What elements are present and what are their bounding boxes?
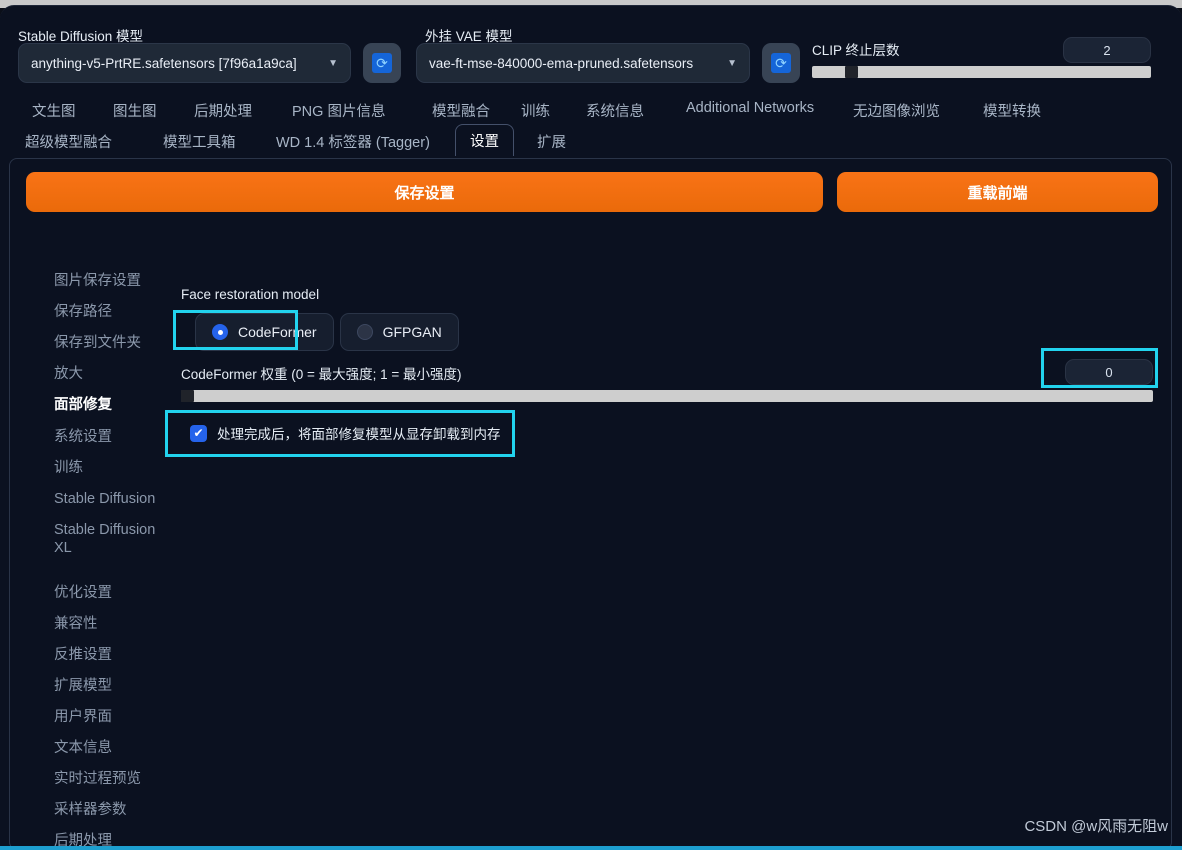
sidebar-item-face-restoration[interactable]: 面部修复 bbox=[54, 396, 112, 414]
sidebar-item-user-interface[interactable]: 用户界面 bbox=[54, 708, 112, 726]
tab-wd14-tagger[interactable]: WD 1.4 标签器 (Tagger) bbox=[268, 127, 438, 156]
tab-train[interactable]: 训练 bbox=[513, 96, 558, 125]
refresh-vae-model-button[interactable]: ⟳ bbox=[762, 43, 800, 83]
sidebar-item-upscaling[interactable]: 放大 bbox=[54, 365, 83, 383]
sd-model-value: anything-v5-PrtRE.safetensors [7f96a1a9c… bbox=[31, 55, 297, 71]
tab-supermerger[interactable]: 超级模型融合 bbox=[17, 127, 120, 156]
sd-model-label: Stable Diffusion 模型 bbox=[18, 29, 144, 44]
tab-img2img[interactable]: 图生图 bbox=[105, 96, 165, 125]
codeformer-weight-value-box[interactable]: 0 bbox=[1065, 359, 1153, 385]
clip-skip-slider-handle[interactable] bbox=[845, 66, 858, 78]
radio-codeformer-label: CodeFormer bbox=[238, 324, 317, 340]
radio-dot-icon bbox=[212, 324, 228, 340]
vae-model-dropdown[interactable]: vae-ft-mse-840000-ema-pruned.safetensors… bbox=[416, 43, 750, 83]
clip-skip-value: 2 bbox=[1103, 42, 1111, 58]
tab-model-toolkit[interactable]: 模型工具箱 bbox=[155, 127, 244, 156]
face-restoration-model-label: Face restoration model bbox=[181, 287, 320, 302]
vae-model-label: 外挂 VAE 模型 bbox=[425, 29, 513, 44]
sidebar-item-interrogate[interactable]: 反推设置 bbox=[54, 646, 112, 664]
tab-infinite-image-browsing[interactable]: 无边图像浏览 bbox=[845, 96, 948, 125]
bottom-accent-bar bbox=[0, 846, 1182, 850]
sidebar-item-compatibility[interactable]: 兼容性 bbox=[54, 615, 98, 633]
tab-extras[interactable]: 后期处理 bbox=[186, 96, 260, 125]
checkbox-icon[interactable]: ✔ bbox=[190, 424, 207, 442]
tab-checkpoint-merger[interactable]: 模型融合 bbox=[424, 96, 498, 125]
sidebar-item-sampler-params[interactable]: 采样器参数 bbox=[54, 801, 127, 819]
tab-bar: 文生图 图生图 后期处理 PNG 图片信息 模型融合 训练 系统信息 Addit… bbox=[0, 96, 1182, 158]
tab-txt2img[interactable]: 文生图 bbox=[24, 96, 84, 125]
clip-skip-value-box[interactable]: 2 bbox=[1063, 37, 1151, 63]
vae-model-value: vae-ft-mse-840000-ema-pruned.safetensors bbox=[429, 55, 694, 71]
clip-skip-label: CLIP 终止层数 bbox=[812, 43, 900, 58]
sidebar-item-system[interactable]: 系统设置 bbox=[54, 428, 112, 446]
sidebar-item-save-paths[interactable]: 保存路径 bbox=[54, 303, 112, 321]
tab-settings[interactable]: 设置 bbox=[455, 124, 514, 156]
save-settings-button[interactable]: 保存设置 bbox=[26, 172, 823, 212]
tab-system-info[interactable]: 系统信息 bbox=[578, 96, 652, 125]
sidebar-item-extra-networks[interactable]: 扩展模型 bbox=[54, 677, 112, 695]
radio-dot-icon bbox=[356, 324, 373, 340]
chevron-down-icon: ▼ bbox=[727, 57, 737, 69]
csdn-watermark: CSDN @w风雨无阻w bbox=[1024, 818, 1168, 835]
clip-skip-slider-track[interactable] bbox=[812, 66, 1151, 78]
sidebar-item-saving-to-dirs[interactable]: 保存到文件夹 bbox=[54, 334, 141, 352]
unload-face-model-label: 处理完成后，将面部修复模型从显存卸载到内存 bbox=[217, 427, 501, 442]
radio-gfpgan[interactable]: GFPGAN bbox=[339, 313, 459, 351]
tab-additional-networks[interactable]: Additional Networks bbox=[678, 96, 822, 120]
app-root: Stable Diffusion 模型 anything-v5-PrtRE.sa… bbox=[0, 0, 1182, 850]
codeformer-weight-value: 0 bbox=[1105, 364, 1113, 380]
sd-model-dropdown[interactable]: anything-v5-PrtRE.safetensors [7f96a1a9c… bbox=[18, 43, 351, 83]
reload-ui-button[interactable]: 重载前端 bbox=[837, 172, 1158, 212]
sidebar-item-optimizations[interactable]: 优化设置 bbox=[54, 584, 112, 602]
sidebar-item-stable-diffusion[interactable]: Stable Diffusion bbox=[54, 490, 155, 508]
refresh-icon: ⟳ bbox=[372, 53, 392, 73]
sidebar-item-stable-diffusion-xl[interactable]: Stable Diffusion XL bbox=[54, 521, 159, 557]
tab-png-info[interactable]: PNG 图片信息 bbox=[284, 96, 393, 125]
codeformer-weight-slider-handle[interactable] bbox=[181, 390, 194, 402]
sidebar-item-live-previews[interactable]: 实时过程预览 bbox=[54, 770, 141, 788]
codeformer-weight-label: CodeFormer 权重 (0 = 最大强度; 1 = 最小强度) bbox=[181, 367, 462, 382]
unload-face-model-checkbox-row[interactable]: ✔ 处理完成后，将面部修复模型从显存卸载到内存 bbox=[190, 423, 501, 443]
header-bar: Stable Diffusion 模型 anything-v5-PrtRE.sa… bbox=[0, 5, 1182, 90]
sidebar-item-training[interactable]: 训练 bbox=[54, 459, 83, 477]
tab-extensions[interactable]: 扩展 bbox=[529, 127, 574, 156]
refresh-sd-model-button[interactable]: ⟳ bbox=[363, 43, 401, 83]
sidebar-item-image-saving[interactable]: 图片保存设置 bbox=[54, 272, 141, 290]
sidebar-item-infotext[interactable]: 文本信息 bbox=[54, 739, 112, 757]
codeformer-weight-slider-track[interactable] bbox=[181, 390, 1153, 402]
refresh-icon: ⟳ bbox=[771, 53, 791, 73]
settings-panel: 保存设置 重载前端 图片保存设置 保存路径 保存到文件夹 放大 面部修复 系统设… bbox=[9, 158, 1172, 850]
radio-gfpgan-label: GFPGAN bbox=[382, 324, 442, 340]
tab-model-converter[interactable]: 模型转换 bbox=[975, 96, 1049, 125]
radio-codeformer[interactable]: CodeFormer bbox=[195, 313, 334, 351]
chevron-down-icon: ▼ bbox=[328, 57, 338, 69]
face-restoration-model-radios: CodeFormer GFPGAN bbox=[195, 313, 459, 351]
